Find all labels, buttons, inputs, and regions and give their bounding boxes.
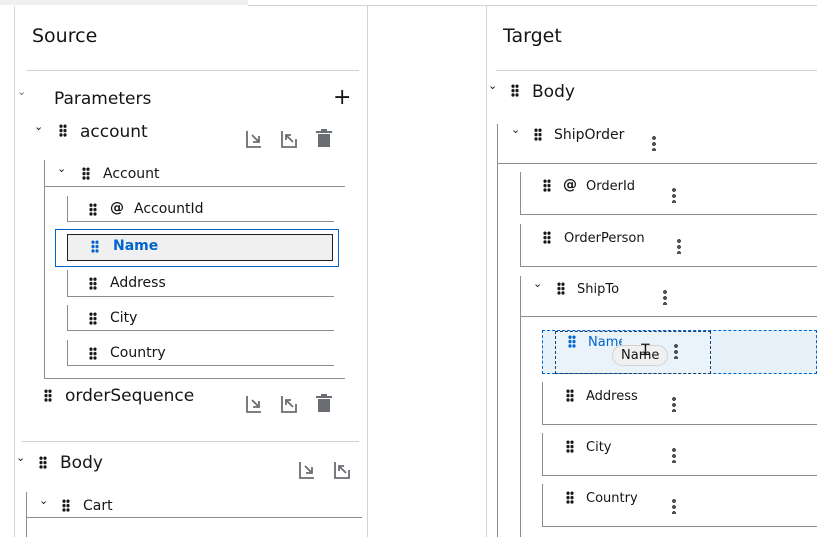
source-field-country[interactable]: [67, 340, 334, 366]
source-panel-title: Source: [32, 25, 98, 47]
shiporder-divider: [497, 163, 817, 164]
drag-handle-icon[interactable]: [566, 440, 574, 453]
source-field-label: Name: [113, 238, 159, 254]
export-icon[interactable]: [332, 460, 352, 480]
target-field-label: OrderId: [586, 179, 636, 194]
source-field-label: AccountId: [134, 201, 204, 217]
shipto-label: ShipTo: [577, 282, 620, 297]
cart-label: Cart: [83, 498, 113, 514]
order-sequence-label: orderSequence: [65, 386, 195, 406]
drag-handle-icon[interactable]: [44, 389, 52, 402]
parameters-collapse-chevron[interactable]: ⌄: [17, 86, 26, 97]
target-title-divider: [496, 70, 817, 71]
attribute-icon: @: [110, 200, 124, 216]
target-body-collapse-chevron[interactable]: ⌄: [488, 80, 497, 91]
target-panel-title: Target: [503, 25, 562, 47]
kebab-menu-icon[interactable]: [663, 289, 667, 305]
text-cursor-icon: Ɪ: [641, 340, 650, 359]
target-field-label: Country: [586, 491, 638, 506]
source-field-label: City: [110, 310, 138, 326]
trash-icon[interactable]: [314, 393, 334, 413]
target-field-label: City: [586, 440, 612, 455]
account-param-label: account: [80, 122, 148, 142]
drag-handle-icon[interactable]: [89, 312, 97, 325]
drag-handle-icon[interactable]: [82, 167, 90, 180]
kebab-menu-icon[interactable]: [674, 343, 678, 359]
drag-handle-icon[interactable]: [566, 491, 574, 504]
drag-handle-icon[interactable]: [557, 282, 565, 295]
drag-handle-icon[interactable]: [91, 240, 99, 253]
drag-handle-icon[interactable]: [543, 179, 551, 192]
import-icon[interactable]: [244, 394, 264, 414]
drag-handle-icon[interactable]: [543, 231, 551, 244]
source-field-name-inner[interactable]: [67, 234, 333, 261]
source-body-divider: [22, 441, 359, 442]
kebab-menu-icon[interactable]: [672, 396, 676, 412]
target-field-country[interactable]: [542, 484, 817, 527]
drag-handle-icon[interactable]: [566, 389, 574, 402]
target-field-city[interactable]: [542, 433, 817, 476]
source-title-divider: [26, 70, 359, 71]
source-body-label: Body: [60, 453, 103, 473]
shipto-collapse-chevron[interactable]: ⌄: [533, 278, 542, 289]
kebab-menu-icon[interactable]: [677, 238, 681, 254]
export-icon[interactable]: [279, 394, 299, 414]
cart-divider: [26, 517, 362, 518]
shiporder-collapse-chevron[interactable]: ⌄: [511, 124, 520, 135]
attribute-icon: @: [563, 177, 577, 193]
drag-handle-icon[interactable]: [89, 347, 97, 360]
parameters-label: Parameters: [54, 89, 152, 109]
account-type-divider: [44, 186, 345, 187]
source-field-label: Country: [110, 345, 166, 361]
source-field-address[interactable]: [67, 270, 334, 297]
import-icon[interactable]: [297, 460, 317, 480]
drag-handle-icon[interactable]: [568, 335, 576, 348]
import-icon[interactable]: [244, 129, 264, 149]
plus-icon[interactable]: +: [333, 87, 351, 109]
target-field-label: Address: [586, 389, 638, 404]
account-collapse-chevron[interactable]: ⌄: [34, 121, 43, 132]
account-type-label: Account: [103, 166, 160, 182]
trash-icon[interactable]: [314, 128, 334, 148]
shiporder-label: ShipOrder: [554, 127, 625, 143]
drag-handle-icon[interactable]: [62, 499, 70, 512]
shipto-divider: [520, 316, 817, 317]
kebab-menu-icon[interactable]: [652, 135, 656, 151]
account-type-collapse-chevron[interactable]: ⌄: [57, 163, 66, 174]
cart-collapse-chevron[interactable]: ⌄: [39, 495, 48, 506]
source-field-city[interactable]: [67, 305, 334, 331]
drag-handle-icon[interactable]: [89, 203, 97, 216]
target-field-label: OrderPerson: [564, 231, 645, 246]
drag-handle-icon[interactable]: [511, 84, 519, 97]
kebab-menu-icon[interactable]: [672, 498, 676, 514]
drag-handle-icon[interactable]: [89, 277, 97, 290]
drag-handle-icon[interactable]: [59, 124, 67, 137]
active-tab-strip[interactable]: [0, 0, 248, 5]
target-field-address[interactable]: [542, 382, 817, 425]
drag-handle-icon[interactable]: [39, 456, 47, 469]
source-body-collapse-chevron[interactable]: ⌄: [16, 452, 25, 463]
cart-node-container: [26, 492, 362, 537]
source-field-label: Address: [110, 275, 166, 291]
kebab-menu-icon[interactable]: [672, 447, 676, 463]
kebab-menu-icon[interactable]: [672, 187, 676, 203]
drag-handle-icon[interactable]: [534, 128, 542, 141]
target-body-label: Body: [532, 82, 575, 102]
export-icon[interactable]: [279, 129, 299, 149]
